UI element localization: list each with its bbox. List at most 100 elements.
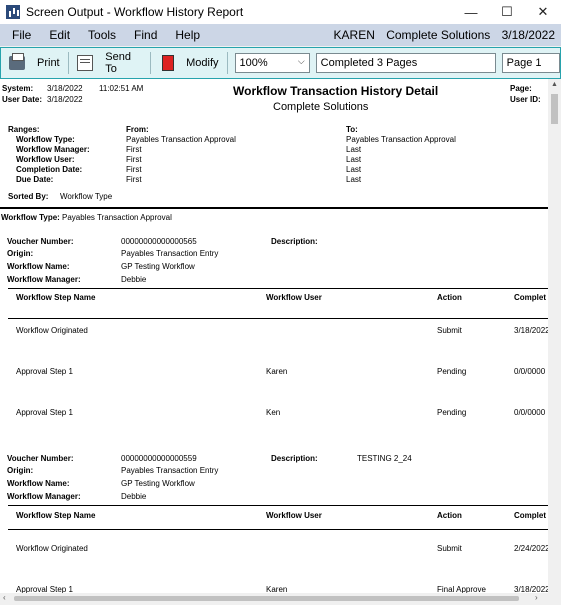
voucher-number-label: Voucher Number:	[7, 237, 74, 246]
maximize-button[interactable]: ☐	[489, 0, 525, 24]
step-user: Ken	[266, 408, 281, 417]
vertical-scroll-thumb[interactable]	[551, 94, 558, 124]
system-time: 11:02:51 AM	[99, 84, 144, 93]
workflow-name-value: GP Testing Workflow	[121, 479, 195, 488]
report-app-icon	[6, 5, 20, 19]
step-action: Submit	[437, 326, 462, 335]
modify-button[interactable]: Modify	[159, 55, 219, 71]
system-date: 3/18/2022	[47, 84, 83, 93]
range-to: Last	[346, 175, 362, 184]
menu-tools[interactable]: Tools	[82, 28, 122, 42]
range-to: Payables Transaction Approval	[346, 135, 456, 144]
chevron-down-icon: ⌵	[297, 56, 305, 66]
print-button[interactable]: Print	[9, 53, 60, 70]
step-name: Workflow Originated	[16, 544, 88, 553]
voucher-number-label: Voucher Number:	[7, 454, 74, 463]
title-bar: Screen Output - Workflow History Report …	[0, 0, 561, 24]
user-date-label: User Date:	[2, 95, 43, 104]
horizontal-scrollbar[interactable]: ‹ ›	[0, 593, 548, 605]
origin-label: Origin:	[7, 466, 34, 475]
range-to: Last	[346, 145, 362, 154]
origin-value: Payables Transaction Entry	[121, 466, 219, 475]
report-view[interactable]: System: 3/18/2022 11:02:51 AM User Date:…	[0, 79, 548, 593]
status-field: Completed 3 Pages	[315, 53, 496, 73]
col-step-header: Workflow Step Name	[16, 511, 96, 520]
menu-find[interactable]: Find	[128, 28, 163, 42]
range-label: Completion Date:	[16, 165, 83, 174]
workflow-type-value: Payables Transaction Approval	[62, 213, 172, 222]
step-date: 3/18/2022	[514, 326, 548, 335]
printer-icon	[9, 53, 25, 70]
step-date: 3/18/2022	[514, 585, 548, 593]
send-to-icon	[76, 55, 94, 71]
scroll-left-icon[interactable]: ‹	[3, 593, 6, 602]
range-label: Due Date:	[16, 175, 54, 184]
description-label: Description:	[271, 237, 318, 246]
range-label: Workflow Type:	[16, 135, 75, 144]
step-action: Pending	[437, 367, 467, 376]
scrollbar-corner	[548, 593, 561, 605]
close-button[interactable]: ✕	[525, 0, 561, 24]
zoom-value: 100%	[239, 57, 268, 69]
zoom-select[interactable]: 100% ⌵	[235, 53, 310, 73]
send-to-label: Send To	[105, 51, 131, 75]
range-from: First	[126, 175, 142, 184]
workflow-manager-label: Workflow Manager:	[7, 275, 81, 284]
step-user: Karen	[266, 367, 288, 376]
section-divider	[0, 207, 548, 209]
step-user: Karen	[266, 585, 288, 593]
session-date: 3/18/2022	[501, 28, 555, 42]
workflow-name-value: GP Testing Workflow	[121, 262, 195, 271]
minimize-button[interactable]: —	[453, 0, 489, 24]
vertical-scrollbar[interactable]: ▲	[548, 79, 561, 593]
range-label: Workflow User:	[16, 155, 75, 164]
range-to: Last	[346, 155, 362, 164]
menu-file[interactable]: File	[6, 28, 37, 42]
system-label: System:	[2, 84, 34, 93]
step-date: 0/0/0000	[514, 408, 546, 417]
table-divider	[8, 288, 548, 289]
col-action-header: Action	[437, 293, 462, 302]
horizontal-scroll-thumb[interactable]	[14, 596, 519, 601]
origin-label: Origin:	[7, 249, 34, 258]
toolbar: Print Send To Modify 100% ⌵ Completed 3 …	[0, 47, 561, 79]
toolbar-separator	[67, 52, 69, 74]
col-user-header: Workflow User	[266, 293, 322, 302]
menu-bar: File Edit Tools Find Help KAREN Complete…	[0, 24, 561, 46]
col-complete-header: Complet	[514, 511, 546, 520]
col-user-header: Workflow User	[266, 511, 322, 520]
page-field: Page 1	[501, 53, 560, 73]
menu-help[interactable]: Help	[169, 28, 206, 42]
step-date: 0/0/0000	[514, 367, 546, 376]
col-action-header: Action	[437, 511, 462, 520]
col-step-header: Workflow Step Name	[16, 293, 96, 302]
step-action: Submit	[437, 544, 462, 553]
scroll-up-icon[interactable]: ▲	[551, 81, 558, 88]
scroll-right-icon[interactable]: ›	[535, 593, 538, 602]
send-to-button[interactable]: Send To	[76, 51, 143, 75]
modify-icon	[162, 55, 175, 71]
from-label: From:	[126, 125, 149, 134]
voucher-number: 00000000000000559	[121, 454, 197, 463]
origin-value: Payables Transaction Entry	[121, 249, 219, 258]
step-name: Approval Step 1	[16, 408, 73, 417]
workflow-name-label: Workflow Name:	[7, 262, 70, 271]
range-label: Workflow Manager:	[16, 145, 90, 154]
table-divider	[8, 529, 548, 530]
session-info: KAREN Complete Solutions 3/18/2022	[326, 28, 555, 42]
workflow-type-label: Workflow Type:	[1, 213, 60, 222]
sorted-by-label: Sorted By:	[8, 192, 49, 201]
menu-edit[interactable]: Edit	[43, 28, 76, 42]
step-name: Approval Step 1	[16, 367, 73, 376]
step-action: Pending	[437, 408, 467, 417]
page-label: Page:	[510, 84, 532, 93]
range-from: First	[126, 155, 142, 164]
workflow-manager-label: Workflow Manager:	[7, 492, 81, 501]
description-label: Description:	[271, 454, 318, 463]
sorted-by-value: Workflow Type	[60, 192, 113, 201]
ranges-label: Ranges:	[8, 125, 40, 134]
table-divider	[8, 318, 548, 319]
user-date: 3/18/2022	[47, 95, 83, 104]
session-user: KAREN	[333, 28, 375, 42]
step-action: Final Approve	[437, 585, 486, 593]
